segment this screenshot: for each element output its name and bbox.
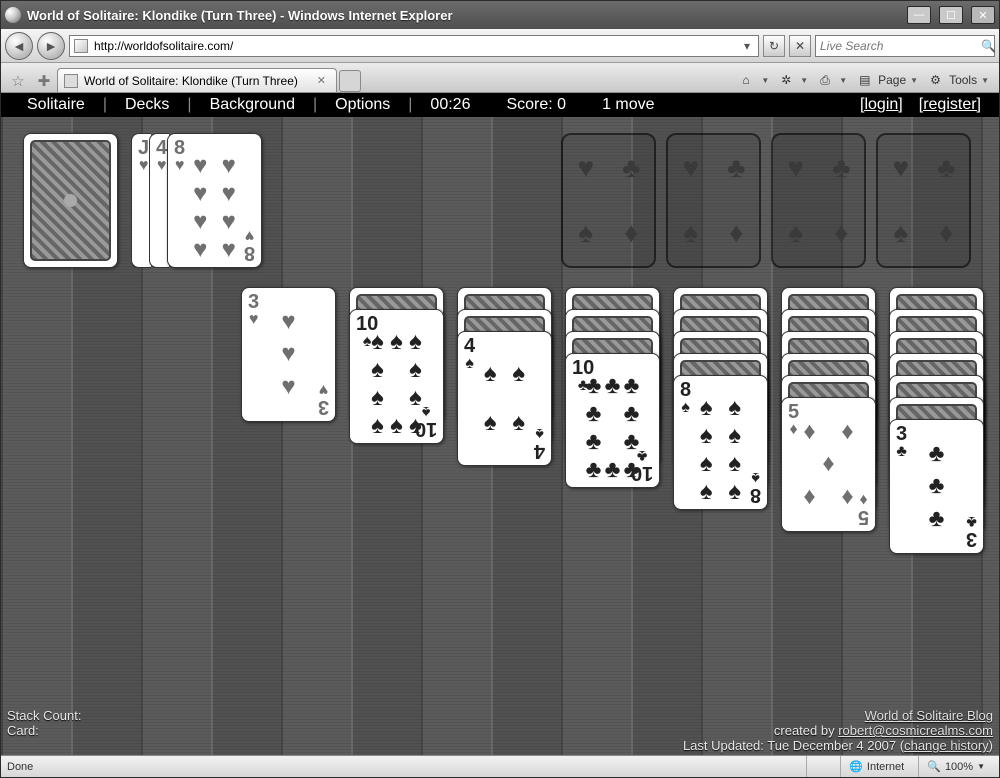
gear-icon: ⚙ [930, 73, 945, 88]
tools-label: Tools [949, 73, 977, 87]
search-icon[interactable]: 🔍 [981, 39, 996, 53]
foundation-slot-3[interactable]: ♥♣♠♦ [876, 133, 971, 268]
game-viewport: Solitaire| Decks| Background| Options| 0… [1, 93, 999, 755]
browser-tab[interactable]: World of Solitaire: Klondike (Turn Three… [57, 68, 337, 92]
close-button[interactable]: ✕ [971, 6, 995, 24]
game-moves: 1 move [584, 96, 672, 114]
register-link[interactable]: [register] [919, 96, 981, 114]
address-bar[interactable]: ▾ [69, 35, 759, 57]
zoom-control[interactable]: 🔍100%▼ [918, 756, 993, 777]
print-icon: ⎙ [820, 73, 835, 88]
tab-close-icon[interactable]: ✕ [317, 74, 326, 87]
menu-options[interactable]: Options [317, 96, 408, 114]
nav-bar: ◄ ► ▾ ↻ ✕ 🔍 [1, 29, 999, 63]
ie-icon [5, 7, 21, 23]
command-bar: ☆ ✚ World of Solitaire: Klondike (Turn T… [1, 63, 999, 93]
login-link[interactable]: [login] [860, 96, 903, 114]
tableau-3-face[interactable]: 10♣10♣♣♣♣♣♣♣♣♣♣♣ [565, 353, 660, 488]
card-label: Card: [7, 723, 81, 738]
url-dropdown-icon[interactable]: ▾ [740, 39, 754, 53]
foundation-slot-1[interactable]: ♥♣♠♦ [666, 133, 761, 268]
stack-count-label: Stack Count: [7, 708, 81, 723]
new-tab-button[interactable] [339, 70, 361, 92]
page-label: Page [878, 73, 906, 87]
waste-card-2[interactable]: 8♥8♥♥♥♥♥♥♥♥♥ [167, 133, 262, 268]
status-bar: Done 🌐Internet 🔍100%▼ [1, 755, 999, 777]
home-button[interactable]: ⌂▼ [736, 68, 775, 92]
stock-pile[interactable] [23, 133, 118, 268]
foundation-slot-0[interactable]: ♥♣♠♦ [561, 133, 656, 268]
history-link[interactable]: change history [904, 738, 989, 753]
minimize-button[interactable]: — [907, 6, 931, 24]
maximize-button[interactable]: ☐ [939, 6, 963, 24]
page-icon [74, 39, 88, 53]
author-link[interactable]: robert@cosmicrealms.com [838, 723, 993, 738]
print-button[interactable]: ⎙▼ [814, 68, 853, 92]
game-score: Score: 0 [488, 96, 584, 114]
tableau-1-face[interactable]: 10♠10♠♠♠♠♠♠♠♠♠♠♠ [349, 309, 444, 444]
page-icon-cmd: ▤ [859, 73, 874, 88]
feeds-button[interactable]: ✲▼ [775, 68, 814, 92]
rss-icon: ✲ [781, 73, 796, 88]
tableau-0-face[interactable]: 3♥3♥♥♥♥ [241, 287, 336, 422]
protected-mode [806, 756, 834, 777]
foundation-slot-2[interactable]: ♥♣♠♦ [771, 133, 866, 268]
status-text: Done [7, 761, 33, 773]
globe-icon: 🌐 [849, 760, 863, 773]
game-board[interactable]: J♥J♥♥4♥4♥♥♥♥♥8♥8♥♥♥♥♥♥♥♥♥♥♣♠♦♥♣♠♦♥♣♠♦♥♣♠… [1, 117, 999, 755]
home-icon: ⌂ [742, 73, 757, 88]
window-title: World of Solitaire: Klondike (Turn Three… [27, 8, 899, 23]
menu-solitaire[interactable]: Solitaire [9, 96, 103, 114]
back-button[interactable]: ◄ [5, 32, 33, 60]
tools-menu[interactable]: ⚙Tools▼ [924, 68, 995, 92]
forward-button[interactable]: ► [37, 32, 65, 60]
tab-title: World of Solitaire: Klondike (Turn Three… [84, 74, 298, 88]
tableau-5-face[interactable]: 5♦5♦♦♦♦♦♦ [781, 397, 876, 532]
security-zone: 🌐Internet [840, 756, 912, 777]
url-input[interactable] [92, 38, 736, 54]
favorites-star-icon[interactable]: ☆ [7, 70, 29, 92]
game-menu-bar: Solitaire| Decks| Background| Options| 0… [1, 93, 999, 117]
tableau-4-face[interactable]: 8♠8♠♠♠♠♠♠♠♠♠ [673, 375, 768, 510]
titlebar: World of Solitaire: Klondike (Turn Three… [1, 1, 999, 29]
tab-favicon [64, 74, 78, 88]
zoom-icon: 🔍 [927, 760, 941, 773]
tableau-6-face[interactable]: 3♣3♣♣♣♣ [889, 419, 984, 554]
menu-decks[interactable]: Decks [107, 96, 187, 114]
page-menu[interactable]: ▤Page▼ [853, 68, 924, 92]
blog-link[interactable]: World of Solitaire Blog [865, 708, 993, 723]
search-input[interactable] [816, 39, 981, 53]
stop-button[interactable]: ✕ [789, 35, 811, 57]
game-timer: 00:26 [412, 96, 488, 114]
tableau-2-face[interactable]: 4♠4♠♠♠♠♠ [457, 331, 552, 466]
menu-background[interactable]: Background [192, 96, 313, 114]
game-footer: Stack Count: Card: World of Solitaire Bl… [7, 708, 993, 753]
refresh-button[interactable]: ↻ [763, 35, 785, 57]
search-box[interactable]: 🔍 [815, 35, 995, 57]
add-favorites-icon[interactable]: ✚ [33, 70, 55, 92]
